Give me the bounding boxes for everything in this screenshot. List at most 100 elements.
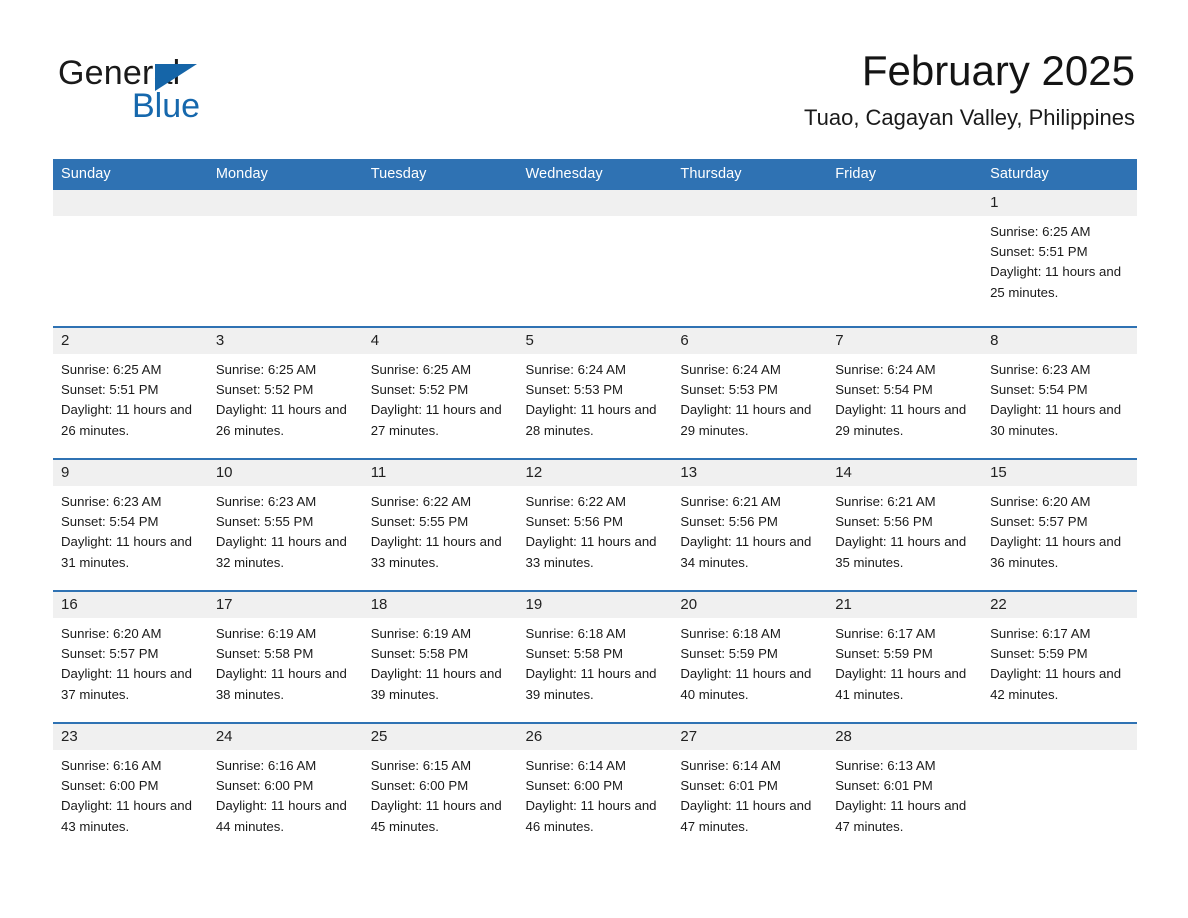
calendar-day-cell[interactable]: 21 Sunrise: 6:17 AM Sunset: 5:59 PM Dayligh…: [827, 590, 983, 723]
sunrise-text: Sunrise: 6:17 AM: [835, 626, 936, 641]
weekday-header-thursday: Thursday: [672, 159, 828, 190]
day-number: 14: [827, 460, 983, 486]
day-detail: Sunrise: 6:13 AM Sunset: 6:01 PM Daylight:…: [827, 750, 982, 854]
calendar-day-cell[interactable]: 18 Sunrise: 6:19 AM Sunset: 5:58 PM Dayligh…: [362, 590, 518, 723]
day-number: 8: [982, 328, 1137, 354]
sunrise-text: Sunrise: 6:25 AM: [990, 224, 1091, 239]
daylight-text: Daylight: 11 hours and 45 minutes.: [370, 798, 502, 834]
calendar-day-cell[interactable]: 7 Sunrise: 6:24 AM Sunset: 5:54 PM Daylight…: [827, 326, 983, 459]
sunset-text: Sunset: 6:00 PM: [215, 778, 314, 794]
sunset-text: Sunset: 5:54 PM: [990, 382, 1088, 398]
calendar-day-cell[interactable]: 27 Sunrise: 6:14 AM Sunset: 6:01 PM Dayligh…: [672, 722, 828, 854]
calendar-day-cell[interactable]: 3 Sunrise: 6:25 AM Sunset: 5:52 PM Daylight…: [207, 326, 363, 459]
calendar-day-cell[interactable]: 26 Sunrise: 6:14 AM Sunset: 6:00 PM Dayligh…: [517, 722, 673, 854]
calendar-day-cell-empty: [982, 722, 1137, 854]
calendar-day-cell[interactable]: 20 Sunrise: 6:18 AM Sunset: 5:59 PM Dayligh…: [672, 590, 828, 723]
day-detail: Sunrise: 6:17 AM Sunset: 5:59 PM Daylight:…: [827, 618, 982, 722]
calendar-day-cell[interactable]: 9 Sunrise: 6:23 AM Sunset: 5:54 PM Daylight…: [53, 458, 208, 591]
daylight-text: Daylight: 11 hours and 47 minutes.: [680, 798, 812, 834]
sunset-text: Sunset: 6:00 PM: [370, 778, 469, 794]
day-detail: [982, 750, 1137, 854]
daylight-text: Daylight: 11 hours and 39 minutes.: [525, 666, 657, 702]
calendar-day-cell[interactable]: 14 Sunrise: 6:21 AM Sunset: 5:56 PM Dayligh…: [827, 458, 983, 591]
calendar-day-cell[interactable]: 16 Sunrise: 6:20 AM Sunset: 5:57 PM Dayligh…: [53, 590, 208, 723]
day-number: [53, 190, 208, 216]
calendar-day-cell[interactable]: 28 Sunrise: 6:13 AM Sunset: 6:01 PM Dayligh…: [827, 722, 983, 854]
sunrise-text: Sunrise: 6:24 AM: [680, 362, 781, 377]
calendar-day-cell[interactable]: 6 Sunrise: 6:24 AM Sunset: 5:53 PM Daylight…: [672, 326, 828, 459]
calendar-day-cell[interactable]: 8 Sunrise: 6:23 AM Sunset: 5:54 PM Daylight…: [982, 326, 1137, 459]
sunrise-text: Sunrise: 6:24 AM: [525, 362, 626, 377]
sunset-text: Sunset: 5:56 PM: [835, 514, 933, 530]
calendar-day-cell[interactable]: 10 Sunrise: 6:23 AM Sunset: 5:55 PM Dayligh…: [207, 458, 363, 591]
day-number: 15: [982, 460, 1137, 486]
weekday-header-friday: Friday: [827, 159, 983, 190]
sunrise-text: Sunrise: 6:13 AM: [835, 758, 936, 773]
calendar-week-row: 23 Sunrise: 6:16 AM Sunset: 6:00 PM Dayligh…: [53, 722, 1137, 854]
calendar-day-cell[interactable]: 11 Sunrise: 6:22 AM Sunset: 5:55 PM Dayligh…: [362, 458, 518, 591]
sunset-text: Sunset: 6:01 PM: [680, 778, 778, 794]
sunrise-text: Sunrise: 6:16 AM: [61, 758, 162, 773]
calendar-day-cell[interactable]: 2 Sunrise: 6:25 AM Sunset: 5:51 PM Daylight…: [53, 326, 208, 459]
daylight-text: Daylight: 11 hours and 28 minutes.: [525, 402, 657, 438]
day-detail: [827, 216, 982, 326]
weekday-header-sunday: Sunday: [53, 159, 208, 190]
sunrise-text: Sunrise: 6:25 AM: [370, 362, 472, 377]
calendar-day-cell[interactable]: 22 Sunrise: 6:17 AM Sunset: 5:59 PM Dayligh…: [982, 590, 1137, 723]
daylight-text: Daylight: 11 hours and 29 minutes.: [835, 402, 967, 438]
sunset-text: Sunset: 5:55 PM: [370, 514, 469, 530]
calendar-day-cell[interactable]: 19 Sunrise: 6:18 AM Sunset: 5:58 PM Dayligh…: [517, 590, 673, 723]
day-detail: Sunrise: 6:15 AM Sunset: 6:00 PM Daylight:…: [363, 750, 518, 854]
daylight-text: Daylight: 11 hours and 34 minutes.: [680, 534, 812, 570]
day-detail: Sunrise: 6:25 AM Sunset: 5:51 PM Daylight:…: [982, 216, 1137, 326]
daylight-text: Daylight: 11 hours and 36 minutes.: [990, 534, 1122, 570]
day-number: 23: [53, 724, 208, 750]
sunset-text: Sunset: 5:59 PM: [680, 646, 778, 662]
sunrise-text: Sunrise: 6:18 AM: [525, 626, 626, 641]
day-detail: [208, 216, 363, 326]
sunrise-text: Sunrise: 6:20 AM: [990, 494, 1091, 509]
calendar-day-cell[interactable]: 12 Sunrise: 6:22 AM Sunset: 5:56 PM Dayligh…: [517, 458, 673, 591]
sunrise-text: Sunrise: 6:23 AM: [61, 494, 162, 509]
day-detail: Sunrise: 6:21 AM Sunset: 5:56 PM Daylight:…: [672, 486, 827, 590]
calendar-day-cell-empty: [53, 190, 208, 327]
calendar-day-cell[interactable]: 23 Sunrise: 6:16 AM Sunset: 6:00 PM Dayligh…: [53, 722, 208, 854]
day-detail: Sunrise: 6:17 AM Sunset: 5:59 PM Daylight:…: [982, 618, 1137, 722]
daylight-text: Daylight: 11 hours and 26 minutes.: [61, 402, 192, 438]
day-number: 6: [672, 328, 828, 354]
daylight-text: Daylight: 11 hours and 44 minutes.: [215, 798, 347, 834]
day-number: 13: [672, 460, 828, 486]
calendar-header-row: Sunday Monday Tuesday Wednesday Thursday…: [53, 159, 1137, 190]
calendar-day-cell[interactable]: 1 Sunrise: 6:25 AM Sunset: 5:51 PM Daylight…: [982, 190, 1137, 327]
calendar-day-cell[interactable]: 24 Sunrise: 6:16 AM Sunset: 6:00 PM Dayligh…: [207, 722, 363, 854]
day-detail: Sunrise: 6:23 AM Sunset: 5:54 PM Daylight:…: [53, 486, 208, 590]
sunrise-text: Sunrise: 6:24 AM: [835, 362, 936, 377]
calendar-day-cell[interactable]: 15 Sunrise: 6:20 AM Sunset: 5:57 PM Dayligh…: [982, 458, 1137, 591]
calendar-day-cell[interactable]: 5 Sunrise: 6:24 AM Sunset: 5:53 PM Daylight…: [517, 326, 673, 459]
sunset-text: Sunset: 5:51 PM: [61, 382, 159, 398]
daylight-text: Daylight: 11 hours and 27 minutes.: [370, 402, 502, 438]
calendar-day-cell[interactable]: 17 Sunrise: 6:19 AM Sunset: 5:58 PM Dayligh…: [207, 590, 363, 723]
sunrise-text: Sunrise: 6:22 AM: [370, 494, 472, 509]
weekday-header-monday: Monday: [207, 159, 363, 190]
day-number: 10: [207, 460, 363, 486]
day-detail: Sunrise: 6:23 AM Sunset: 5:54 PM Daylight:…: [982, 354, 1137, 458]
day-detail: Sunrise: 6:24 AM Sunset: 5:53 PM Daylight:…: [672, 354, 827, 458]
general-blue-logo[interactable]: General Blue: [58, 54, 318, 130]
calendar-day-cell[interactable]: 25 Sunrise: 6:15 AM Sunset: 6:00 PM Dayligh…: [362, 722, 518, 854]
day-detail: Sunrise: 6:25 AM Sunset: 5:52 PM Daylight:…: [363, 354, 518, 458]
sunrise-text: Sunrise: 6:16 AM: [215, 758, 317, 773]
day-detail: Sunrise: 6:20 AM Sunset: 5:57 PM Daylight:…: [982, 486, 1137, 590]
day-detail: Sunrise: 6:16 AM Sunset: 6:00 PM Daylight:…: [53, 750, 208, 854]
daylight-text: Daylight: 11 hours and 30 minutes.: [990, 402, 1122, 438]
daylight-text: Daylight: 11 hours and 47 minutes.: [835, 798, 967, 834]
day-detail: [518, 216, 673, 326]
calendar-day-cell[interactable]: 4 Sunrise: 6:25 AM Sunset: 5:52 PM Daylight…: [362, 326, 518, 459]
sunset-text: Sunset: 5:51 PM: [990, 244, 1088, 260]
sunset-text: Sunset: 5:55 PM: [215, 514, 314, 530]
day-number: 16: [53, 592, 208, 618]
daylight-text: Daylight: 11 hours and 37 minutes.: [61, 666, 192, 702]
page-subtitle: Tuao, Cagayan Valley, Philippines: [803, 105, 1135, 130]
day-number: 9: [53, 460, 208, 486]
calendar-day-cell[interactable]: 13 Sunrise: 6:21 AM Sunset: 5:56 PM Dayligh…: [672, 458, 828, 591]
